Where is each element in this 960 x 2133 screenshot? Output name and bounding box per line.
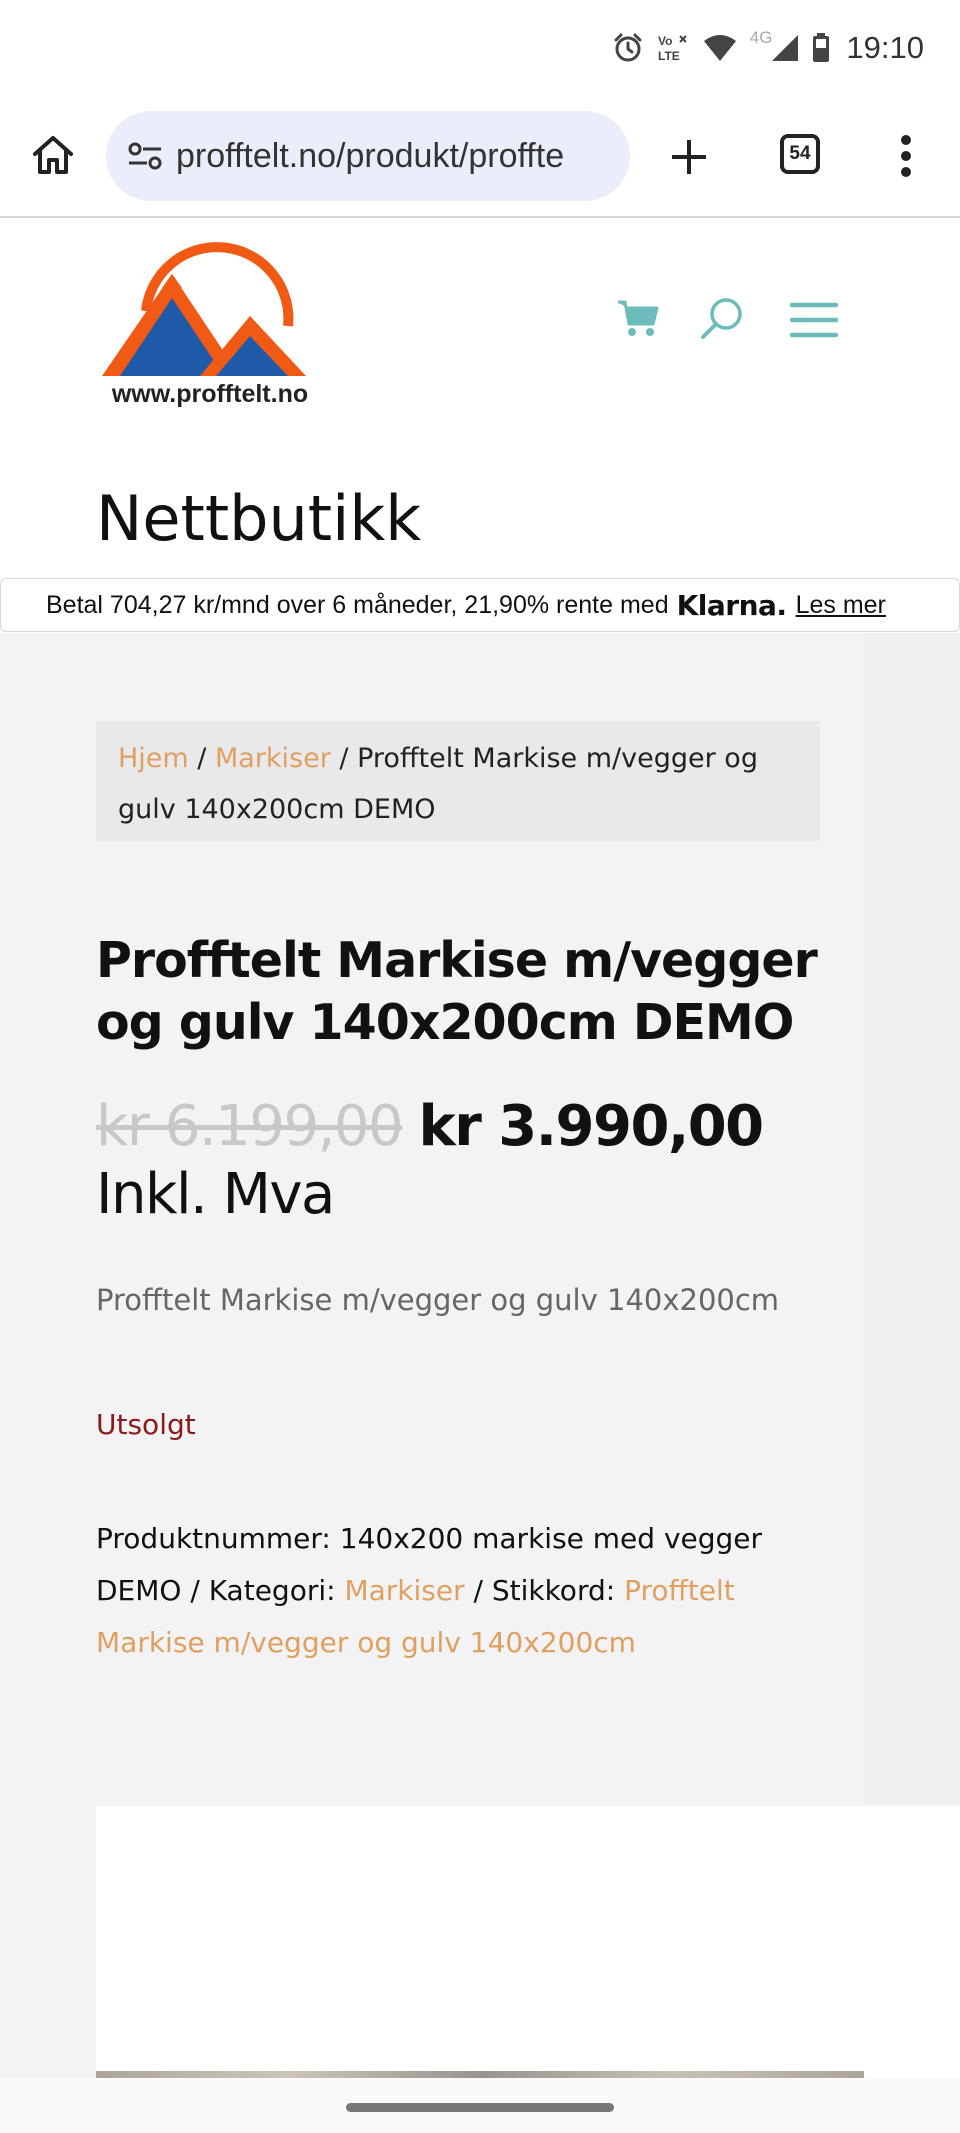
product-meta: Produktnummer: 140x200 markise med vegge… [96, 1513, 786, 1669]
tags-label: / Stikkord: [464, 1574, 625, 1607]
alarm-icon [612, 32, 644, 64]
breadcrumb: Hjem / Markiser / Profftelt Markise m/ve… [96, 721, 820, 841]
menu-icon[interactable] [789, 300, 839, 340]
category-label: / Kategori: [181, 1574, 345, 1607]
search-icon[interactable] [700, 296, 744, 340]
signal-icon [770, 33, 800, 63]
site-settings-icon[interactable] [124, 135, 166, 177]
svg-text:LTE: LTE [658, 49, 680, 63]
breadcrumb-separator: / [188, 743, 215, 774]
product-main: Hjem / Markiser / Profftelt Markise m/ve… [0, 633, 960, 2078]
breadcrumb-home-link[interactable]: Hjem [118, 743, 189, 774]
logo-text: www.profftelt.no [111, 380, 309, 408]
product-short-description: Profftelt Markise m/vegger og gulv 140x2… [96, 1283, 780, 1317]
sidebar-strip [864, 633, 960, 1803]
home-icon [33, 136, 73, 174]
tab-count: 54 [789, 143, 811, 164]
price-old: kr 6.199,00 [96, 1094, 404, 1159]
gesture-nav-area [0, 2078, 960, 2133]
volte-icon: Vo LTE [656, 32, 690, 64]
price-new: kr 3.990,00 [418, 1094, 764, 1159]
breadcrumb-separator: / [330, 743, 358, 774]
page-heading: Nettbutikk [96, 482, 422, 555]
browser-menu-button[interactable] [886, 130, 926, 182]
svg-text:Vo: Vo [658, 34, 672, 48]
breadcrumb-category-link[interactable]: Markiser [215, 743, 331, 774]
klarna-read-more-link[interactable]: Les mer [796, 591, 886, 620]
browser-toolbar: profftelt.no/produkt/proffte 54 [0, 96, 960, 218]
site-header: www.profftelt.no [0, 220, 960, 450]
wifi-icon [702, 33, 738, 63]
product-image-gallery[interactable] [96, 1806, 960, 2078]
battery-icon [812, 33, 830, 63]
mountain-logo-icon [102, 242, 306, 376]
product-price: kr 6.199,00 kr 3.990,00 Inkl. Mva [96, 1093, 876, 1229]
stock-status: Utsolgt [96, 1408, 196, 1441]
price-suffix: Inkl. Mva [96, 1162, 335, 1227]
klarna-text: Betal 704,27 kr/mnd over 6 måneder, 21,9… [46, 590, 669, 619]
cart-icon[interactable] [616, 298, 660, 338]
sku-label: Produktnummer: [96, 1522, 340, 1555]
url-text: profftelt.no/produkt/proffte [176, 136, 565, 175]
plus-icon [672, 140, 706, 174]
new-tab-button[interactable] [664, 132, 714, 182]
product-title: Profftelt Markise m/vegger og gulv 140x2… [96, 932, 818, 1051]
klarna-banner: Betal 704,27 kr/mnd over 6 måneder, 21,9… [0, 578, 960, 632]
product-image-edge [96, 2071, 864, 2078]
more-vert-icon [901, 135, 911, 177]
category-link[interactable]: Markiser [344, 1574, 464, 1607]
site-logo[interactable]: www.profftelt.no [100, 236, 320, 426]
tab-switcher-button[interactable]: 54 [780, 134, 820, 174]
status-icons: Vo LTE 4G 19:10 [612, 26, 924, 70]
status-bar: Vo LTE 4G 19:10 [0, 0, 960, 96]
network-type: 4G [749, 28, 773, 47]
gesture-handle[interactable] [346, 2103, 614, 2112]
home-button[interactable] [28, 130, 78, 180]
status-time: 19:10 [846, 30, 924, 65]
klarna-logo: Klarna. [676, 588, 787, 622]
address-bar[interactable]: profftelt.no/produkt/proffte [106, 111, 630, 201]
